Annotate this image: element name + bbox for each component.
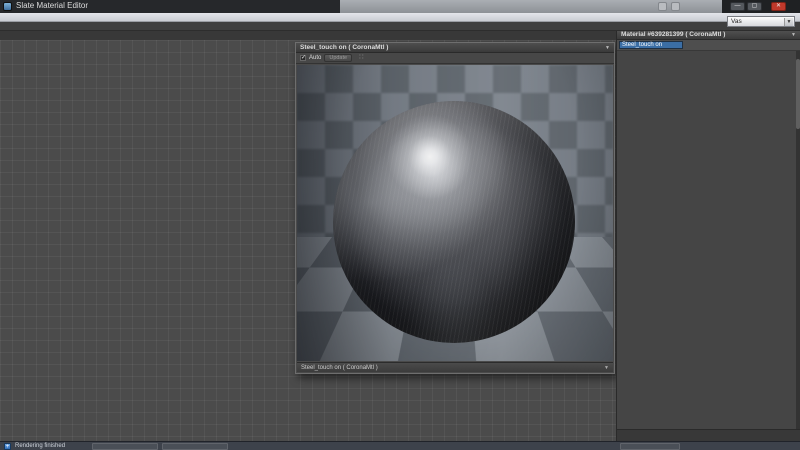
rendered-preview	[297, 65, 613, 361]
slate-material-editor-window: — ▢ ✕ Slate Material Editor Vas ▼ Steel_…	[0, 0, 800, 450]
panel-navigation-tray	[617, 429, 800, 441]
toolbar	[0, 22, 800, 31]
infocenter-star-icon[interactable]	[658, 2, 667, 11]
material-parameters-panel: Material #639281399 ( CoronaMtl ) ▼ Stee…	[616, 30, 800, 441]
material-header: Material #639281399 ( CoronaMtl ) ▼	[617, 30, 800, 40]
panel-menu-icon[interactable]: ▼	[791, 32, 796, 38]
preview-toolbar: ✓ Auto Update ∷	[296, 53, 614, 64]
taskbar-item[interactable]	[92, 443, 158, 450]
material-name-row: Steel_touch on	[617, 40, 800, 51]
taskbar-item[interactable]	[620, 443, 680, 450]
chevron-down-icon[interactable]: ▼	[784, 18, 793, 26]
update-button[interactable]: Update	[324, 54, 352, 62]
panel-scrollbar[interactable]	[796, 51, 800, 429]
window-title: Slate Material Editor	[16, 1, 88, 10]
view-selector-combo[interactable]: Vas ▼	[727, 16, 795, 27]
drag-handle-icon[interactable]: ∷	[359, 54, 363, 62]
maximize-button[interactable]: ▢	[747, 2, 762, 11]
title-bar: — ▢ ✕ Slate Material Editor	[0, 0, 800, 13]
window-button-zone: — ▢ ✕	[722, 0, 800, 13]
render-vignette	[297, 65, 613, 361]
auto-update-label: Auto	[309, 55, 321, 61]
app-icon	[3, 2, 12, 11]
material-name-field[interactable]: Steel_touch on	[619, 41, 683, 49]
chevron-down-icon[interactable]: ▼	[604, 365, 609, 371]
material-header-title: Material #639281399 ( CoronaMtl )	[621, 31, 725, 38]
preview-menu-icon[interactable]: ▼	[605, 45, 610, 51]
menu-bar	[0, 13, 800, 22]
view-selector-value: Vas	[731, 18, 742, 25]
preview-title: Steel_touch on ( CoronaMtl )	[300, 44, 388, 51]
preview-footer-label: Steel_touch on ( CoronaMtl )	[301, 365, 378, 371]
view-tabs-bar	[0, 31, 616, 40]
render-status-text: Rendering finished	[15, 443, 65, 449]
status-bar: + Rendering finished	[0, 441, 800, 450]
auto-update-checkbox[interactable]: ✓	[300, 55, 306, 61]
close-button[interactable]: ✕	[771, 2, 786, 11]
preview-material-selector[interactable]: Steel_touch on ( CoronaMtl ) ▼	[297, 362, 613, 372]
taskbar-item[interactable]	[162, 443, 228, 450]
material-preview-window[interactable]: Steel_touch on ( CoronaMtl ) ▼ ✓ Auto Up…	[295, 42, 615, 374]
parameters-body	[617, 51, 796, 429]
preview-title-bar[interactable]: Steel_touch on ( CoronaMtl ) ▼	[296, 43, 614, 53]
node-view-canvas[interactable]: Steel_touch on ( CoronaMtl ) ▼ ✓ Auto Up…	[0, 40, 616, 441]
minimize-button[interactable]: —	[730, 2, 745, 11]
infocenter-help-icon[interactable]	[671, 2, 680, 11]
render-status-icon: +	[4, 443, 11, 450]
